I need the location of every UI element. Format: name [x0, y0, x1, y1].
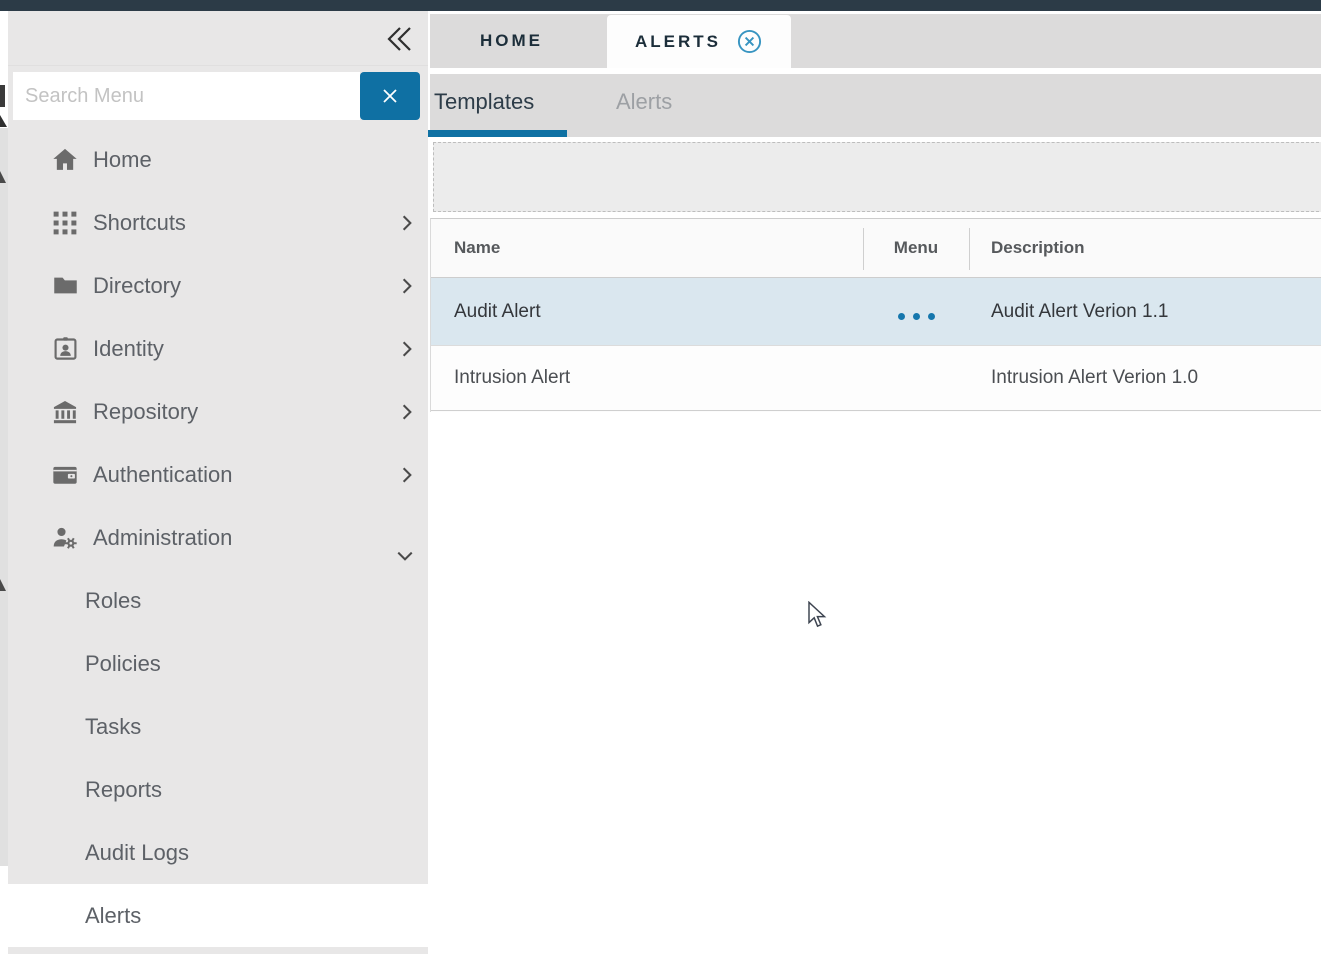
subtab-bar: Templates Alerts [430, 74, 1321, 137]
sidebar-item-label: Authentication [93, 462, 232, 488]
active-subtab-indicator [428, 130, 567, 137]
grid-icon [50, 208, 80, 238]
ellipsis-menu-icon[interactable] [898, 313, 935, 320]
tab-alerts-label: ALERTS [635, 32, 721, 52]
sidebar-nav: Home Shortcuts [8, 128, 428, 947]
sidebar-item-label: Directory [93, 273, 181, 299]
sidebar-item-roles[interactable]: Roles [8, 569, 428, 632]
search-input[interactable] [13, 72, 360, 120]
sidebar-item-label: Policies [85, 651, 161, 677]
table-row[interactable]: Intrusion Alert Intrusion Alert Verion 1… [431, 346, 1321, 411]
sidebar-item-label: Roles [85, 588, 141, 614]
sidebar-item-label: Shortcuts [93, 210, 186, 236]
sidebar: Home Shortcuts [8, 11, 428, 954]
row-description-cell: Audit Alert Verion 1.1 [969, 301, 1321, 323]
sidebar-item-label: Identity [93, 336, 164, 362]
sidebar-item-shortcuts[interactable]: Shortcuts [8, 191, 428, 254]
chevron-right-icon [398, 403, 416, 421]
clear-search-button[interactable] [360, 72, 420, 120]
background-fragment [0, 85, 5, 107]
sidebar-item-audit-logs[interactable]: Audit Logs [8, 821, 428, 884]
tab-home-label: HOME [480, 31, 543, 51]
sidebar-item-label: Alerts [85, 903, 141, 929]
sidebar-item-reports[interactable]: Reports [8, 758, 428, 821]
sidebar-item-administration[interactable]: Administration [8, 506, 428, 569]
tab-home[interactable]: HOME [452, 14, 571, 68]
sidebar-item-label: Reports [85, 777, 162, 803]
sidebar-item-label: Administration [93, 525, 232, 551]
toolbar-dropzone [433, 142, 1321, 212]
close-tab-icon[interactable] [736, 28, 763, 55]
chevron-right-icon [398, 466, 416, 484]
top-bar [0, 0, 1321, 11]
row-description-cell: Intrusion Alert Verion 1.0 [969, 367, 1321, 389]
row-name-cell: Audit Alert [431, 301, 863, 323]
tab-alerts[interactable]: ALERTS [607, 15, 791, 68]
sidebar-item-label: Repository [93, 399, 198, 425]
sidebar-header [8, 11, 428, 66]
subtab-templates-label: Templates [434, 89, 534, 115]
sidebar-item-label: Tasks [85, 714, 141, 740]
sidebar-item-tasks[interactable]: Tasks [8, 695, 428, 758]
main-area: HOME ALERTS Templates Alerts [428, 11, 1321, 954]
column-header-description[interactable]: Description [969, 219, 1321, 277]
collapse-sidebar-icon[interactable] [384, 24, 414, 54]
table-header: Name Menu Description [431, 219, 1321, 278]
mouse-cursor [806, 601, 828, 629]
table-row[interactable]: Audit Alert Audit Alert Verion 1.1 [431, 278, 1321, 346]
sidebar-item-authentication[interactable]: Authentication [8, 443, 428, 506]
wallet-icon [50, 460, 80, 490]
sidebar-item-directory[interactable]: Directory [8, 254, 428, 317]
bank-icon [50, 397, 80, 427]
templates-table: Name Menu Description Audit Alert Audit … [430, 218, 1321, 412]
column-separator [969, 228, 970, 270]
sidebar-search [13, 72, 420, 120]
column-header-name[interactable]: Name [431, 219, 863, 277]
chevron-right-icon [398, 214, 416, 232]
sidebar-item-policies[interactable]: Policies [8, 632, 428, 695]
subtab-alerts[interactable]: Alerts [616, 74, 672, 130]
chevron-right-icon [398, 277, 416, 295]
row-menu-cell [863, 303, 969, 320]
sidebar-item-alerts[interactable]: Alerts [8, 884, 428, 947]
chevron-right-icon [398, 340, 416, 358]
subtab-alerts-label: Alerts [616, 89, 672, 115]
sidebar-item-repository[interactable]: Repository [8, 380, 428, 443]
id-card-icon [50, 334, 80, 364]
row-name-cell: Intrusion Alert [431, 367, 863, 389]
sidebar-item-label: Home [93, 147, 152, 173]
folder-icon [50, 271, 80, 301]
chevron-down-icon [395, 547, 413, 565]
sidebar-item-label: Audit Logs [85, 840, 189, 866]
close-icon [380, 86, 400, 106]
background-fragment [0, 115, 7, 127]
app-screen: HOME ALERTS Templates Alerts [0, 0, 1321, 954]
background-page-sliver [0, 11, 8, 954]
sidebar-item-home[interactable]: Home [8, 128, 428, 191]
column-separator [863, 228, 864, 270]
tab-bar: HOME ALERTS [430, 14, 1321, 68]
sidebar-item-identity[interactable]: Identity [8, 317, 428, 380]
user-gear-icon [50, 523, 80, 553]
subtab-templates[interactable]: Templates [434, 74, 534, 130]
column-header-menu[interactable]: Menu [863, 219, 969, 277]
home-icon [50, 145, 80, 175]
background-fragment [0, 128, 8, 866]
